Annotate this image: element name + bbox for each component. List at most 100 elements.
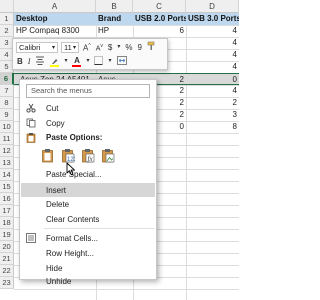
menu-item-label: Insert xyxy=(46,185,67,195)
menu-item-delete[interactable]: Delete xyxy=(21,197,155,211)
borders-button[interactable] xyxy=(93,55,104,68)
cell-d10[interactable]: 8 xyxy=(186,121,239,133)
highlight-button[interactable] xyxy=(49,57,60,67)
mouse-pointer-icon xyxy=(66,162,75,176)
row-header[interactable]: 8 xyxy=(0,97,14,109)
chevron-down-icon: ▾ xyxy=(64,58,68,64)
menu-search-input[interactable]: Search the menus xyxy=(26,84,150,98)
italic-icon: I xyxy=(27,57,31,66)
menu-section-paste-options: Paste Options: xyxy=(21,130,155,144)
currency-dropdown[interactable]: ▾ xyxy=(116,42,121,53)
row-header[interactable]: 7 xyxy=(0,85,14,97)
menu-item-copy[interactable]: Copy xyxy=(21,116,155,130)
column-header-a[interactable]: A xyxy=(14,0,96,13)
bold-button[interactable]: B xyxy=(16,56,24,67)
paste-picture-button[interactable] xyxy=(100,148,115,163)
cell-d2[interactable]: 4 xyxy=(186,25,239,37)
menu-item-format-cells[interactable]: Format Cells... xyxy=(21,231,155,245)
merge-cells-icon xyxy=(116,55,127,65)
select-all-corner[interactable] xyxy=(0,0,14,13)
italic-button[interactable]: I xyxy=(27,56,32,67)
cell-d5[interactable]: 4 xyxy=(186,61,239,73)
column-header-b[interactable]: B xyxy=(96,0,133,13)
percent-button[interactable]: % xyxy=(124,42,133,53)
row-header[interactable]: 13 xyxy=(0,157,14,169)
font-name-dropdown[interactable]: Calibri ▾ xyxy=(16,42,58,53)
menu-item-unhide[interactable]: Unhide xyxy=(21,275,155,286)
font-color-swatch xyxy=(72,64,82,67)
row-header[interactable]: 11 xyxy=(0,133,14,145)
paste-options-row: 123 fx xyxy=(40,148,115,163)
currency-button[interactable]: $ xyxy=(107,42,113,53)
cell-c2[interactable]: 6 xyxy=(133,25,186,37)
currency-icon: $ xyxy=(107,43,113,52)
cell-d8[interactable]: 2 xyxy=(186,97,239,109)
row-header[interactable]: 21 xyxy=(0,253,14,265)
comma-style-button[interactable]: 9 xyxy=(136,42,142,53)
row-header[interactable]: 10 xyxy=(0,121,14,133)
align-center-button[interactable] xyxy=(34,56,46,68)
column-header-c[interactable]: C xyxy=(133,0,186,13)
menu-item-hide[interactable]: Hide xyxy=(21,261,155,275)
menu-item-clear-contents[interactable]: Clear Contents xyxy=(21,212,155,226)
row-header[interactable]: 20 xyxy=(0,241,14,253)
svg-text:fx: fx xyxy=(87,155,93,163)
row-header[interactable]: 16 xyxy=(0,193,14,205)
menu-item-label: Hide xyxy=(46,263,63,273)
font-size-dropdown[interactable]: 11 ▾ xyxy=(61,42,79,53)
row-header[interactable]: 14 xyxy=(0,169,14,181)
cell-b2[interactable]: HP xyxy=(96,25,133,37)
row-header[interactable]: 15 xyxy=(0,181,14,193)
row-header[interactable]: 22 xyxy=(0,265,14,277)
paste-formulas-button[interactable]: fx xyxy=(80,148,95,163)
row-header[interactable]: 17 xyxy=(0,205,14,217)
header-cell-usb2[interactable]: USB 2.0 Ports xyxy=(133,13,186,25)
menu-item-label: Row Height... xyxy=(46,248,95,258)
row-header[interactable]: 1 xyxy=(0,13,14,25)
menu-item-cut[interactable]: Cut xyxy=(21,101,155,115)
merge-button[interactable] xyxy=(116,55,128,68)
row-header[interactable]: 19 xyxy=(0,229,14,241)
scissors-icon xyxy=(24,103,38,113)
menu-item-label: Cut xyxy=(46,103,59,113)
font-color-button[interactable]: A xyxy=(71,56,82,67)
menu-item-label: Clear Contents xyxy=(46,214,100,224)
font-color-dropdown[interactable]: ▾ xyxy=(85,56,90,67)
row-header[interactable]: 9 xyxy=(0,109,14,121)
row-header[interactable]: 18 xyxy=(0,217,14,229)
comma-style-icon: 9 xyxy=(137,43,142,52)
cell-d7[interactable]: 4 xyxy=(186,85,239,97)
header-cell-desktop[interactable]: Desktop xyxy=(14,13,96,25)
header-cell-usb3[interactable]: USB 3.0 Ports xyxy=(186,13,239,25)
row-header[interactable]: 23 xyxy=(0,277,14,289)
context-menu: Search the menus Cut Copy Paste Options:… xyxy=(19,79,157,286)
mini-toolbar-row-1: Calibri ▾ 11 ▾ A^ Av $ ▾ % 9 xyxy=(16,41,164,54)
highlight-dropdown[interactable]: ▾ xyxy=(63,56,68,67)
row-header[interactable]: 12 xyxy=(0,145,14,157)
borders-dropdown[interactable]: ▾ xyxy=(107,56,112,67)
menu-item-paste-special[interactable]: Paste Special... xyxy=(21,167,155,181)
paste-icon xyxy=(24,132,38,143)
menu-item-row-height[interactable]: Row Height... xyxy=(21,246,155,260)
chevron-down-icon: ▾ xyxy=(51,45,55,51)
paste-formulas-icon: fx xyxy=(81,149,94,163)
mini-toolbar-row-2: B I ▾ A ▾ ▾ xyxy=(16,55,164,68)
percent-icon: % xyxy=(125,43,133,52)
paste-values-button[interactable]: 123 xyxy=(60,148,75,163)
shrink-font-button[interactable]: Av xyxy=(95,41,104,54)
row-header[interactable]: 2 xyxy=(0,25,14,37)
cell-d4[interactable]: 4 xyxy=(186,49,239,61)
row-header-selected[interactable]: 6 xyxy=(0,73,14,85)
menu-item-label: Paste Options: xyxy=(46,132,103,142)
menu-item-insert[interactable]: Insert xyxy=(21,183,155,197)
grow-font-button[interactable]: A^ xyxy=(82,41,92,54)
header-cell-brand[interactable]: Brand xyxy=(96,13,133,25)
cell-d9[interactable]: 3 xyxy=(186,109,239,121)
paste-clipboard-icon xyxy=(41,149,53,163)
format-painter-icon xyxy=(147,41,155,50)
cell-a2[interactable]: HP Compaq 8300 xyxy=(14,25,96,37)
format-painter-button[interactable] xyxy=(146,41,157,54)
paste-button[interactable] xyxy=(40,148,55,163)
cell-d3[interactable]: 4 xyxy=(186,37,239,49)
column-header-d[interactable]: D xyxy=(186,0,239,13)
